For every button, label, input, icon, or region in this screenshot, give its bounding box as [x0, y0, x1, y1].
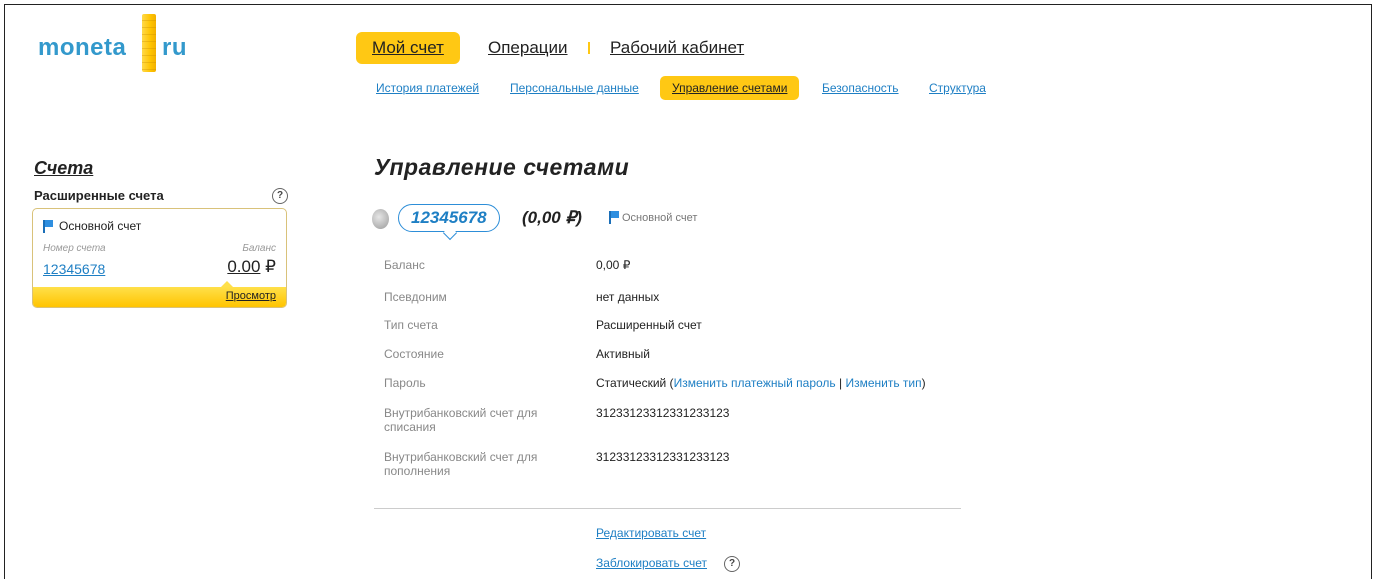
account-number-bubble[interactable]: 12345678 — [398, 204, 500, 232]
sidebar-subtitle: Расширенные счета — [34, 188, 164, 203]
detail-label-debit-account: Внутрибанковский счет для списания — [384, 406, 538, 434]
detail-value-password: Статический (Изменить платежный пароль |… — [596, 376, 926, 390]
page-title: Управление счетами — [374, 154, 630, 180]
detail-label-alias: Псевдоним — [384, 290, 447, 304]
card-balance-label: Баланс — [242, 243, 276, 254]
subnav-account-management[interactable]: Управление счетами — [660, 76, 800, 100]
detail-value-debit-account: 31233123312331233123 — [596, 406, 730, 420]
logo-text-moneta: moneta — [38, 34, 127, 61]
mainnav-operations[interactable]: Операции — [488, 32, 568, 64]
mainnav-separator — [588, 42, 590, 54]
card-currency: ₽ — [265, 257, 276, 276]
card-view-link[interactable]: Просмотр — [226, 290, 276, 302]
logo-text-ru: ru — [162, 34, 187, 61]
card-account-name: Основной счет — [59, 219, 142, 233]
subnav-personal-data[interactable]: Персональные данные — [510, 76, 639, 100]
mainnav-my-account[interactable]: Мой счет — [356, 32, 460, 64]
password-type: Статический — [596, 376, 667, 390]
detail-label-password: Пароль — [384, 376, 426, 390]
card-balance-value: 0.00 — [227, 257, 261, 276]
detail-value-state: Активный — [596, 347, 650, 361]
detail-label-state: Состояние — [384, 347, 444, 361]
logo-stick-icon — [142, 14, 156, 72]
subnav-security[interactable]: Безопасность — [822, 76, 899, 100]
card-footer: Просмотр — [33, 281, 286, 307]
account-card: Основной счет Номер счета Баланс 1234567… — [32, 208, 287, 308]
detail-value-balance: 0,00 ₽ — [596, 258, 631, 272]
coin-icon — [372, 209, 389, 229]
detail-value-credit-account: 31233123312331233123 — [596, 450, 730, 464]
card-account-number[interactable]: 12345678 — [43, 261, 105, 277]
change-password-link[interactable]: Изменить платежный пароль — [674, 376, 836, 390]
subnav-structure[interactable]: Структура — [929, 76, 986, 100]
detail-label-balance: Баланс — [384, 258, 425, 272]
change-type-link[interactable]: Изменить тип — [845, 376, 921, 390]
mainnav-workspace[interactable]: Рабочий кабинет — [610, 32, 744, 64]
card-number-label: Номер счета — [43, 243, 106, 254]
divider — [374, 508, 961, 509]
card-balance: 0.00 ₽ — [227, 257, 276, 277]
detail-label-type: Тип счета — [384, 318, 438, 332]
detail-label-credit-account: Внутрибанковский счет для пополнения — [384, 450, 538, 478]
detail-value-alias: нет данных — [596, 290, 660, 304]
account-type-header: Основной счет — [622, 212, 698, 224]
sidebar-title[interactable]: Счета — [34, 158, 93, 179]
subnav-payment-history[interactable]: История платежей — [376, 76, 479, 100]
flag-icon — [43, 220, 53, 233]
help-icon[interactable]: ? — [724, 556, 740, 572]
edit-account-link[interactable]: Редактировать счет — [596, 526, 706, 540]
flag-icon — [609, 211, 619, 224]
help-icon[interactable]: ? — [272, 188, 288, 204]
detail-value-type: Расширенный счет — [596, 318, 702, 332]
account-balance-header: (0,00 ₽) — [522, 208, 582, 227]
block-account-link[interactable]: Заблокировать счет — [596, 556, 707, 570]
